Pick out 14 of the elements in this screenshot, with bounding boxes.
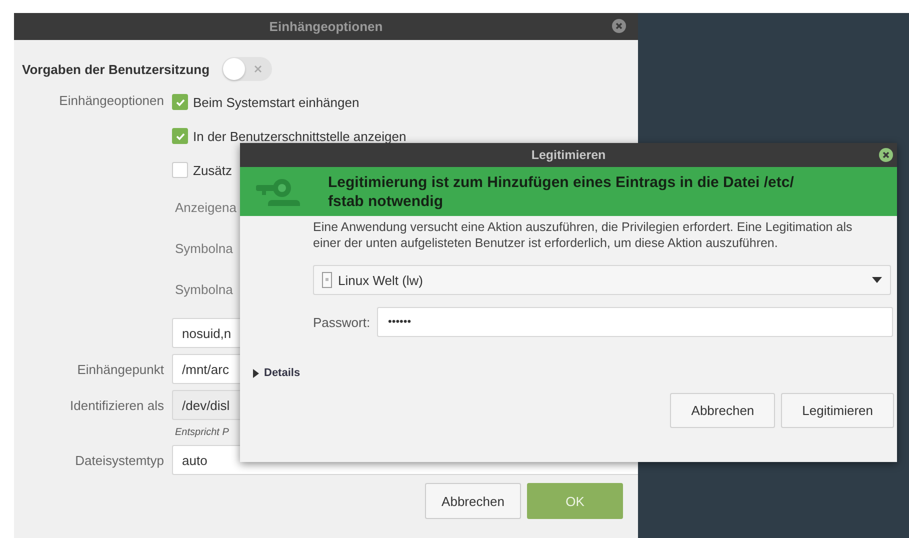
field-label: Anzeigena xyxy=(175,200,236,217)
window-title: Einhängeoptionen xyxy=(269,19,383,34)
hint-text: Entspricht P xyxy=(174,426,230,440)
section-heading: Vorgaben der Benutzersitzung xyxy=(22,62,210,76)
field-label: Symbolna xyxy=(175,241,233,258)
field-label: Identifizieren als xyxy=(69,398,164,412)
dialog-heading: Legitimierung ist zum Hinzufügen eines Eintrags in die Datei /etc/ fstab notwendig xyxy=(328,172,795,210)
field-label: Einhängeoptionen xyxy=(58,92,164,108)
window-title: Legitimieren xyxy=(531,148,606,162)
field-label: Passwort: xyxy=(313,314,372,330)
field-label: Einhängepunkt xyxy=(76,362,164,376)
dialog-message: Eine Anwendung versucht eine Aktion auszuführen, die Privilegien erfordert. Eine Legitimation als einer der unten aufgelisteten Benutzer ist erforderlich, um diese Aktion auszuführen. xyxy=(313,219,854,251)
field-label: Dateisystemtyp xyxy=(74,452,164,468)
field-label: Symbolna xyxy=(175,282,233,299)
